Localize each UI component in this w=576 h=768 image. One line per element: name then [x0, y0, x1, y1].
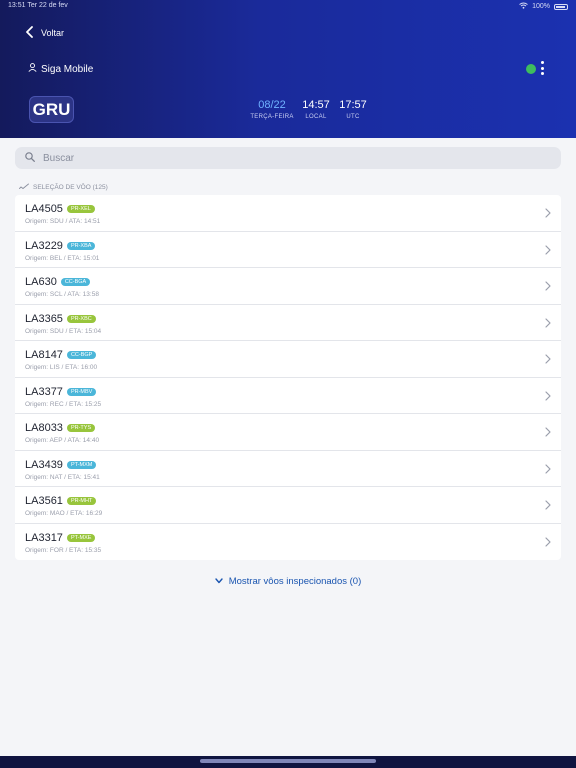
- show-inspected-flights-button[interactable]: Mostrar vôos inspecionados (0): [0, 576, 576, 587]
- flight-origin-info: Origem: NAT / ETA: 15:41: [25, 473, 100, 481]
- chevron-right-icon: [545, 208, 551, 218]
- utc-time-label: UTC: [346, 114, 360, 120]
- flight-title-line: LA3365 PR-XBC: [25, 313, 561, 325]
- flight-list: LA4505 PR-XEL Origem: SDU / ATA: 14:51 LA32…: [15, 195, 561, 560]
- show-inspected-label: Mostrar vôos inspecionados (0): [228, 576, 362, 587]
- flight-origin-info: Origem: SDU / ATA: 14:51: [25, 218, 101, 225]
- flight-origin-info: Origem: AEP / ATA: 14:40: [25, 437, 100, 444]
- date-block: 08/22 TERÇA-FEIRA: [250, 99, 294, 120]
- back-button[interactable]: Voltar: [26, 26, 64, 40]
- chevron-right-icon: [545, 317, 551, 328]
- aircraft-registration-badge: PR-XBC: [66, 314, 96, 323]
- chevron-right-icon: [545, 427, 551, 437]
- section-label: SELEÇÃO DE VÔO (125): [33, 184, 108, 191]
- flight-row[interactable]: LA3377 PR-MBV Origem: REC / ETA: 15:25: [15, 378, 561, 414]
- airport-code-badge: GRU: [29, 96, 74, 123]
- flight-row[interactable]: LA8147 CC-BGP Origem: LIS / ETA: 16:00: [15, 341, 561, 378]
- chevron-down-icon: [215, 576, 223, 587]
- home-indicator[interactable]: [200, 759, 376, 763]
- utc-time-block: 17:57 UTC: [338, 99, 368, 120]
- search-input[interactable]: Buscar: [43, 153, 74, 164]
- flight-row[interactable]: LA3317 PT-MXE Origem: FOR / ETA: 15:35: [15, 524, 561, 561]
- local-time-value: 14:57: [302, 99, 330, 111]
- aircraft-registration-badge: PR-MBV: [66, 387, 97, 396]
- utc-time-value: 17:57: [339, 99, 367, 111]
- aircraft-registration-badge: PR-XEL: [66, 205, 95, 213]
- user-name: Siga Mobile: [41, 63, 94, 75]
- local-time-label: LOCAL: [305, 114, 327, 120]
- flight-number: LA4505: [25, 203, 63, 215]
- more-options-icon[interactable]: [538, 60, 546, 78]
- flight-row[interactable]: LA630 CC-BGA Origem: SCL / ATA: 13:58: [15, 268, 561, 305]
- chevron-right-icon: [545, 354, 551, 364]
- connection-status-dot: [526, 64, 536, 74]
- header: 13:51 Ter 22 de fev 100% Voltar Siga Mob…: [0, 0, 576, 138]
- flight-number: LA3377: [25, 385, 63, 398]
- chevron-right-icon: [545, 390, 551, 401]
- chevron-right-icon: [545, 500, 551, 510]
- aircraft-registration-badge: CC-BGP: [66, 351, 97, 359]
- flight-number: LA630: [25, 276, 57, 288]
- flight-origin-info: Origem: SDU / ETA: 15:04: [25, 327, 102, 335]
- wifi-icon: [519, 2, 528, 11]
- plane-icon: [19, 183, 29, 192]
- user-icon: [28, 63, 37, 75]
- chevron-left-icon: [26, 26, 33, 40]
- flight-title-line: LA3377 PR-MBV: [25, 386, 561, 398]
- flight-number: LA8147: [25, 349, 63, 361]
- chevron-right-icon: [545, 536, 551, 547]
- date-label: TERÇA-FEIRA: [250, 114, 294, 120]
- local-time-block: 14:57 LOCAL: [300, 99, 332, 120]
- flight-number: LA3439: [25, 458, 63, 471]
- flight-origin-info: Origem: FOR / ETA: 15:35: [25, 546, 102, 554]
- flight-number: LA3561: [25, 495, 63, 507]
- battery-icon: [554, 3, 568, 10]
- search-bar[interactable]: Buscar: [15, 147, 561, 169]
- flight-row[interactable]: LA3439 PT-MXM Origem: NAT / ETA: 15:41: [15, 451, 561, 487]
- section-header: SELEÇÃO DE VÔO (125): [19, 183, 108, 192]
- date-value: 08/22: [258, 99, 286, 111]
- user-info: Siga Mobile: [28, 63, 93, 75]
- flight-title-line: LA630 CC-BGA: [25, 276, 561, 288]
- flight-row[interactable]: LA8033 PR-TYS Origem: AEP / ATA: 14:40: [15, 414, 561, 451]
- flight-title-line: LA3229 PR-XBA: [25, 240, 561, 252]
- battery-percent: 100%: [532, 3, 550, 10]
- aircraft-registration-badge: PR-MHT: [66, 497, 97, 505]
- flight-number: LA3317: [25, 531, 63, 544]
- flight-title-line: LA4505 PR-XEL: [25, 203, 561, 215]
- chevron-right-icon: [545, 244, 551, 255]
- flight-title-line: LA3439 PT-MXM: [25, 459, 561, 471]
- flight-number: LA3229: [25, 239, 63, 252]
- flight-number: LA8033: [25, 422, 63, 434]
- flight-title-line: LA8147 CC-BGP: [25, 349, 561, 361]
- chevron-right-icon: [545, 463, 551, 474]
- aircraft-registration-badge: PT-MXE: [66, 533, 96, 542]
- status-bar: 13:51 Ter 22 de fev 100%: [8, 2, 568, 14]
- status-right: 100%: [519, 2, 568, 11]
- aircraft-registration-badge: CC-BGA: [60, 278, 91, 286]
- flight-origin-info: Origem: SCL / ATA: 13:58: [25, 291, 99, 298]
- flight-row[interactable]: LA3229 PR-XBA Origem: BEL / ETA: 15:01: [15, 232, 561, 268]
- aircraft-registration-badge: PT-MXM: [66, 460, 97, 469]
- flight-row[interactable]: LA4505 PR-XEL Origem: SDU / ATA: 14:51: [15, 195, 561, 232]
- flight-origin-info: Origem: MAO / ETA: 16:29: [25, 510, 103, 517]
- flight-title-line: LA3317 PT-MXE: [25, 532, 561, 544]
- flight-origin-info: Origem: REC / ETA: 15:25: [25, 400, 102, 408]
- search-icon: [25, 151, 35, 165]
- flight-title-line: LA3561 PR-MHT: [25, 495, 561, 507]
- chevron-right-icon: [545, 281, 551, 291]
- flight-number: LA3365: [25, 312, 63, 325]
- flight-title-line: LA8033 PR-TYS: [25, 422, 561, 434]
- status-time: 13:51 Ter 22 de fev: [8, 2, 68, 9]
- aircraft-registration-badge: PR-XBA: [66, 241, 96, 250]
- flight-origin-info: Origem: LIS / ETA: 16:00: [25, 364, 98, 371]
- flight-row[interactable]: LA3365 PR-XBC Origem: SDU / ETA: 15:04: [15, 305, 561, 341]
- aircraft-registration-badge: PR-TYS: [66, 424, 96, 432]
- flight-row[interactable]: LA3561 PR-MHT Origem: MAO / ETA: 16:29: [15, 487, 561, 524]
- flight-origin-info: Origem: BEL / ETA: 15:01: [25, 254, 100, 262]
- back-label: Voltar: [41, 28, 65, 38]
